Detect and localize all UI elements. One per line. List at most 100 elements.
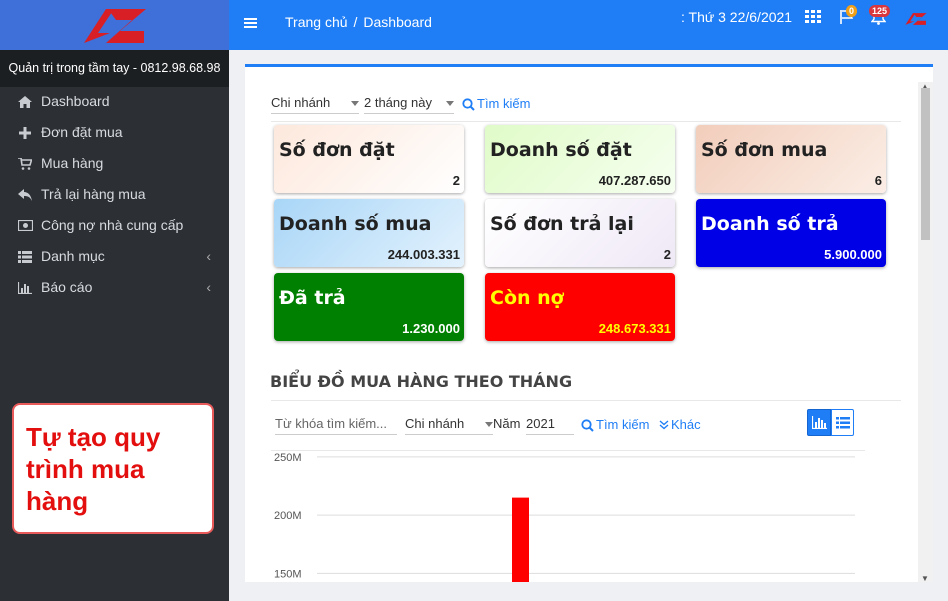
search-button[interactable]: Tìm kiếm (462, 95, 530, 113)
sidebar-item-label: Mua hàng (41, 155, 104, 171)
divider (271, 400, 901, 401)
breadcrumb: Trang chủ / Dashboard (285, 0, 438, 44)
card-value: 2 (452, 173, 460, 188)
dropdown-caret-icon (446, 101, 454, 106)
home-icon (17, 95, 33, 108)
card-title: Còn nợ (490, 287, 564, 309)
section-title: BIỂU ĐỒ MUA HÀNG THEO THÁNG (270, 372, 573, 391)
card-so-don-dat[interactable]: Số đơn đặt 2 (274, 125, 464, 193)
chart-bar[interactable] (512, 497, 529, 582)
current-date: : Thứ 3 22/6/2021 (681, 9, 793, 25)
sidebar: Quản trị trong tầm tay - 0812.98.68.98 D… (0, 0, 229, 601)
double-chevron-down-icon (659, 420, 669, 430)
reply-icon (17, 188, 33, 201)
chart-branch-value: Chi nhánh (405, 416, 465, 431)
bar-chart-icon (812, 416, 827, 429)
top-navbar: Trang chủ / Dashboard : Thứ 3 22/6/2021 0 … (229, 0, 948, 50)
scroll-down-icon[interactable]: ▼ (921, 575, 929, 583)
list-icon (17, 250, 33, 263)
card-value: 2 (663, 247, 671, 262)
sidebar-item-cong-no[interactable]: Công nợ nhà cung cấp (0, 210, 229, 241)
breadcrumb-current: Dashboard (363, 14, 432, 30)
table-view-button[interactable] (831, 409, 854, 436)
plus-icon (17, 126, 33, 139)
period-select-value: 2 tháng này (364, 95, 432, 110)
logo-area (0, 0, 229, 50)
bar-chart-view-button[interactable] (807, 409, 831, 436)
card-da-tra[interactable]: Đã trả 1.230.000 (274, 273, 464, 341)
search-icon (462, 97, 475, 111)
card-value: 1.230.000 (402, 321, 460, 336)
branch-select-value: Chi nhánh (271, 95, 331, 110)
card-title: Số đơn trả lại (490, 213, 634, 235)
slogan: Quản trị trong tầm tay - 0812.98.68.98 (0, 50, 229, 87)
more-label: Khác (671, 417, 701, 432)
bell-badge: 125 (869, 5, 891, 17)
card-title: Doanh số trả (701, 213, 839, 235)
scrollbar-thumb[interactable] (921, 88, 930, 240)
search-label: Tìm kiếm (477, 96, 531, 111)
scrollbar[interactable]: ▲ ▼ (918, 82, 933, 582)
more-filters-button[interactable]: Khác (659, 416, 701, 434)
bar-chart-icon (17, 281, 33, 294)
card-doanh-so-tra[interactable]: Doanh số trả 5.900.000 (696, 199, 886, 267)
year-label: Năm (493, 416, 521, 431)
card-value: 407.287.650 (598, 173, 671, 188)
card-so-don-tra-lai[interactable]: Số đơn trả lại 2 (485, 199, 675, 267)
chart-branch-select[interactable]: Chi nhánh (405, 415, 493, 435)
card-value: 244.003.331 (387, 247, 460, 262)
y-tick-label: 250M (274, 452, 302, 464)
card-title: Doanh số đặt (490, 139, 632, 161)
apps-grid-icon[interactable] (805, 10, 821, 24)
card-so-don-mua[interactable]: Số đơn mua 6 (696, 125, 886, 193)
sidebar-item-tra-lai-hang-mua[interactable]: Trả lại hàng mua (0, 179, 229, 210)
menu-toggle-icon[interactable] (244, 17, 257, 29)
period-select[interactable]: 2 tháng này (364, 94, 454, 114)
year-input[interactable]: 2021 (526, 415, 574, 435)
sidebar-item-dashboard[interactable]: Dashboard (0, 86, 229, 117)
dashboard-panel: Chi nhánh 2 tháng này Tìm kiếm Số đơn đặ… (245, 64, 933, 582)
card-value: 248.673.331 (598, 321, 671, 336)
chart-search-button[interactable]: Tìm kiếm (581, 416, 649, 434)
card-value: 6 (874, 173, 882, 188)
sidebar-item-label: Công nợ nhà cung cấp (41, 217, 184, 233)
branch-select[interactable]: Chi nhánh (271, 94, 359, 114)
flag-badge: 0 (846, 5, 858, 17)
chevron-left-icon: ‹ (206, 248, 211, 264)
breadcrumb-separator: / (353, 14, 358, 30)
sidebar-item-mua-hang[interactable]: Mua hàng (0, 148, 229, 179)
list-icon (836, 417, 850, 429)
card-title: Số đơn đặt (279, 139, 395, 161)
y-tick-label: 200M (274, 510, 302, 522)
card-title: Doanh số mua (279, 213, 432, 235)
dropdown-caret-icon (485, 422, 493, 427)
card-doanh-so-mua[interactable]: Doanh số mua 244.003.331 (274, 199, 464, 267)
sidebar-item-bao-cao[interactable]: Báo cáo ‹ (0, 272, 229, 303)
sidebar-item-don-dat-mua[interactable]: Đơn đặt mua (0, 117, 229, 148)
card-title: Đã trả (279, 287, 346, 309)
chevron-left-icon: ‹ (206, 279, 211, 295)
user-avatar-logo[interactable] (904, 12, 928, 26)
dropdown-caret-icon (351, 101, 359, 106)
sidebar-item-danh-muc[interactable]: Danh mục ‹ (0, 241, 229, 272)
card-value: 5.900.000 (824, 247, 882, 262)
sidebar-item-label: Đơn đặt mua (41, 124, 123, 140)
keyword-search-input[interactable]: Từ khóa tìm kiếm... (275, 415, 397, 435)
brand-logo[interactable] (80, 7, 150, 45)
card-con-no[interactable]: Còn nợ 248.673.331 (485, 273, 675, 341)
card-title: Số đơn mua (701, 139, 828, 161)
sidebar-item-label: Trả lại hàng mua (41, 186, 146, 202)
money-icon (17, 220, 33, 231)
promo-note: Tự tạo quy trình mua hàng (12, 403, 214, 534)
search-label: Tìm kiếm (596, 417, 650, 432)
divider (271, 121, 901, 122)
cart-icon (17, 157, 33, 170)
breadcrumb-home[interactable]: Trang chủ (285, 14, 348, 30)
card-doanh-so-dat[interactable]: Doanh số đặt 407.287.650 (485, 125, 675, 193)
sidebar-item-label: Danh mục (41, 248, 105, 264)
sidebar-item-label: Dashboard (41, 93, 110, 109)
sidebar-item-label: Báo cáo (41, 279, 93, 295)
y-tick-label: 150M (274, 568, 302, 580)
purchase-chart: 250M 200M 150M (274, 452, 855, 582)
search-icon (581, 418, 594, 432)
